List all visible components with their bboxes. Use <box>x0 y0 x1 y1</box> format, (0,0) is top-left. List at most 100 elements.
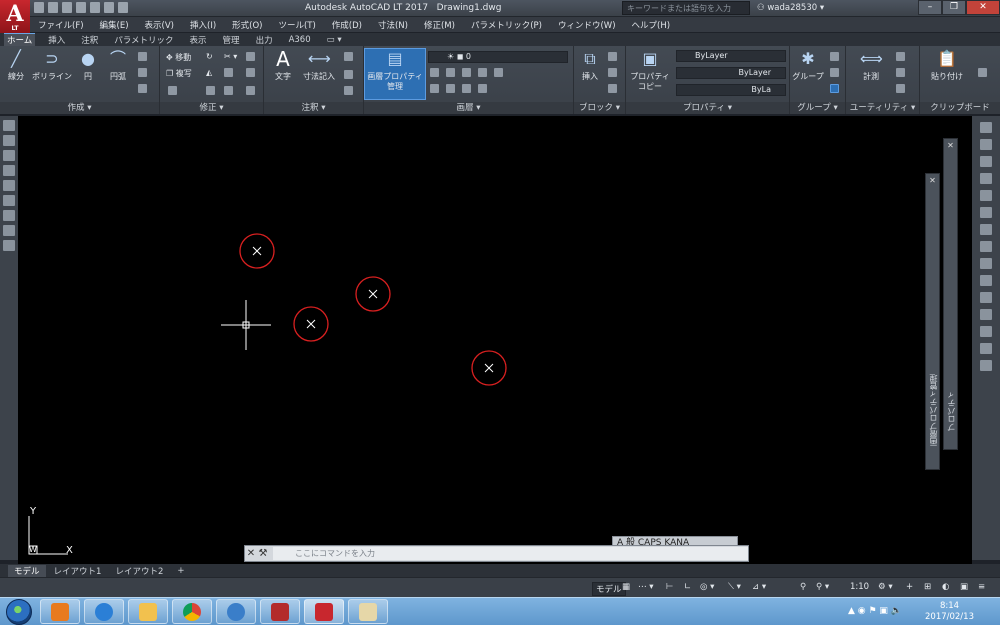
osnap-icon[interactable]: ◎ ▾ <box>700 582 714 592</box>
fillet-icon[interactable] <box>224 68 233 77</box>
command-input[interactable]: ここにコマンドを入力 <box>273 547 748 560</box>
spellcheck-icon[interactable] <box>3 180 15 191</box>
layer-isolate-icon[interactable] <box>446 68 455 77</box>
rectangle-icon[interactable] <box>138 52 147 61</box>
tab-output[interactable]: 出力 <box>253 34 276 46</box>
text-button[interactable]: A 文字 <box>268 49 298 82</box>
layer-off-icon[interactable] <box>430 68 439 77</box>
create-block-icon[interactable] <box>608 52 617 61</box>
scale-icon[interactable] <box>206 86 215 95</box>
customize-icon[interactable]: ≡ <box>978 582 985 592</box>
linetype-dropdown[interactable]: ByLayer <box>676 67 786 79</box>
layer-properties-palette[interactable]: ✕ 画層プロパティ管理 <box>925 173 940 470</box>
marker-2[interactable] <box>355 276 391 312</box>
dim-diameter-icon[interactable] <box>980 207 992 218</box>
polar-icon[interactable]: ∟ <box>684 582 691 592</box>
group-select-icon[interactable] <box>830 84 839 93</box>
scale-dropdown[interactable]: 1:10 <box>850 582 869 592</box>
rotate-icon[interactable]: ↻ <box>206 52 213 61</box>
copy-button[interactable]: ❐ 複写 <box>166 68 192 79</box>
table-icon[interactable] <box>344 70 353 79</box>
edit-text-icon[interactable] <box>3 150 15 161</box>
taskbar-chrome[interactable] <box>172 599 212 624</box>
panel-draw-title[interactable]: 作成 ▾ <box>0 102 159 114</box>
menu-parametric[interactable]: パラメトリック(P) <box>471 19 542 31</box>
menu-help[interactable]: ヘルプ(H) <box>632 19 671 31</box>
panel-groups-title[interactable]: グループ ▾ <box>790 102 845 114</box>
layer-freeze-icon[interactable] <box>462 68 471 77</box>
mtext-tool-icon[interactable] <box>3 135 15 146</box>
tab-view[interactable]: 表示 <box>187 34 210 46</box>
maximize-button[interactable]: ❐ <box>942 0 966 15</box>
find-text-icon[interactable] <box>3 165 15 176</box>
taskbar-paint[interactable] <box>348 599 388 624</box>
tab-a360[interactable]: A360 <box>286 35 314 45</box>
dim-radius-icon[interactable] <box>980 190 992 201</box>
markup-icon[interactable] <box>344 86 353 95</box>
open-icon[interactable] <box>48 2 58 13</box>
annotation-visibility-icon[interactable]: ⚲ <box>800 582 806 592</box>
layer-match-icon[interactable] <box>494 68 503 77</box>
panel-modify-title[interactable]: 修正 ▾ <box>160 102 263 114</box>
menu-draw[interactable]: 作成(D) <box>332 19 362 31</box>
dim-aligned-icon[interactable] <box>980 139 992 150</box>
tab-model[interactable]: モデル <box>8 564 46 577</box>
application-menu-button[interactable]: A LT <box>0 0 30 33</box>
taskbar-autocad[interactable] <box>304 599 344 624</box>
snap-icon[interactable]: ⋯ ▾ <box>638 582 653 592</box>
text-scale-icon[interactable] <box>3 210 15 221</box>
marker-3[interactable] <box>293 306 329 342</box>
menu-view[interactable]: 表示(V) <box>145 19 174 31</box>
stretch-icon[interactable] <box>168 86 177 95</box>
paste-button[interactable]: 📋 貼り付け <box>926 49 968 82</box>
annotation-scale-icon[interactable]: ⚲ ▾ <box>816 582 829 592</box>
dim-edit-icon[interactable] <box>980 326 992 337</box>
taskbar-media-player[interactable] <box>40 599 80 624</box>
isolate-icon[interactable]: ◐ <box>942 582 949 592</box>
add-layout-button[interactable]: + <box>171 566 190 576</box>
minimize-button[interactable]: – <box>918 0 942 15</box>
taskbar-thunderbird[interactable] <box>216 599 256 624</box>
dim-update-icon[interactable] <box>980 343 992 354</box>
hatch-icon[interactable] <box>138 68 147 77</box>
group-edit-icon[interactable] <box>830 68 839 77</box>
grid-icon[interactable]: ▦ <box>622 582 630 592</box>
palette-close-icon[interactable]: ✕ <box>944 141 957 150</box>
ungroup-icon[interactable] <box>830 52 839 61</box>
edit-block-icon[interactable] <box>608 68 617 77</box>
marker-4[interactable] <box>471 350 507 386</box>
search-input[interactable]: キーワードまたは語句を入力 <box>622 1 750 15</box>
menu-file[interactable]: ファイル(F) <box>38 19 84 31</box>
drawing-canvas[interactable]: Y W X <box>18 116 972 564</box>
erase-icon[interactable] <box>246 52 255 61</box>
units-icon[interactable]: ⊞ <box>924 582 931 592</box>
menu-tools[interactable]: ツール(T) <box>278 19 315 31</box>
calculator-icon[interactable] <box>896 84 905 93</box>
clock[interactable]: 8:14 2017/02/13 <box>925 601 974 623</box>
measure-button[interactable]: ⟺ 計測 <box>854 49 888 82</box>
dim-ordinate-icon[interactable] <box>980 173 992 184</box>
tab-layout1[interactable]: レイアウト1 <box>48 565 108 577</box>
user-account[interactable]: ⚇ wada28530 ▾ <box>757 3 824 13</box>
workspace-icon[interactable]: ⚙ ▾ <box>878 582 893 592</box>
panel-utilities-title[interactable]: ユーティリティ ▾ <box>846 102 919 114</box>
wrench-icon[interactable]: ⚒ <box>257 548 269 559</box>
panel-annotation-title[interactable]: 注釈 ▾ <box>264 102 363 114</box>
properties-palette[interactable]: ✕ プロパティ <box>943 138 958 450</box>
layer-lock-icon[interactable] <box>478 68 487 77</box>
new-icon[interactable] <box>34 2 44 13</box>
explode-icon[interactable] <box>246 68 255 77</box>
arc-button[interactable]: ⌒ 円弧 <box>104 49 132 82</box>
model-space-button[interactable]: モデル <box>592 582 626 596</box>
fullscreen-icon[interactable]: ▣ <box>960 582 968 592</box>
otrack-icon[interactable]: ⟍ ▾ <box>728 582 741 592</box>
layer-walk-icon[interactable] <box>446 84 455 93</box>
lineweight-dropdown[interactable]: ByLa <box>676 84 786 96</box>
menu-format[interactable]: 形式(O) <box>232 19 262 31</box>
line-button[interactable]: ╱ 線分 <box>2 49 30 82</box>
marker-1[interactable] <box>239 233 275 269</box>
dim-continue-icon[interactable] <box>980 258 992 269</box>
dim-tolerance-icon[interactable] <box>980 292 992 303</box>
tab-layout2[interactable]: レイアウト2 <box>109 565 169 577</box>
array-icon[interactable] <box>224 86 233 95</box>
